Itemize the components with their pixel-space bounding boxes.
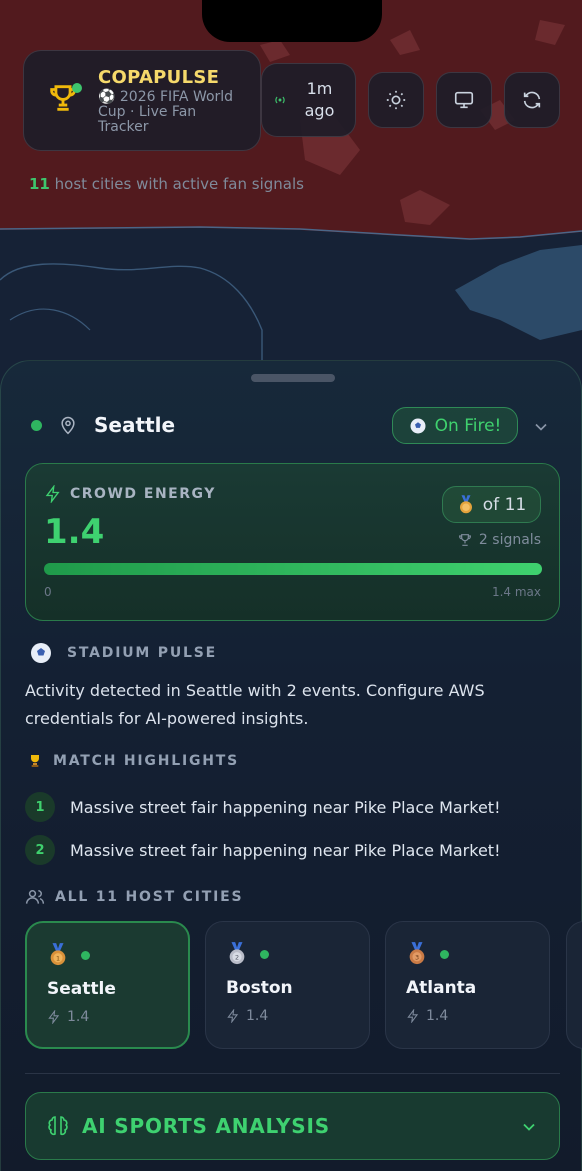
active-cities-count: 11 (29, 175, 50, 193)
signals-count: 2 signals (457, 532, 541, 548)
active-cities-text: host cities with active fan signals (49, 175, 304, 193)
city-card-energy-value: 1.4 (426, 1008, 449, 1024)
divider (25, 1073, 560, 1074)
display-mode-button[interactable] (436, 72, 492, 128)
trophy-logo (46, 81, 86, 121)
match-highlights-heading: MATCH HIGHLIGHTS (27, 753, 239, 769)
stadium-pulse-heading: STADIUM PULSE (29, 641, 217, 665)
map-pin-icon (61, 416, 75, 435)
sheet-drag-handle[interactable] (251, 374, 335, 382)
medal-rank: 1 (56, 955, 60, 963)
energy-progress-bar (44, 563, 542, 575)
chevron-down-icon (523, 1123, 535, 1131)
status-badge: On Fire! (392, 407, 518, 444)
sun-icon (386, 90, 406, 110)
ai-analysis-title: AI SPORTS ANALYSIS (82, 1114, 330, 1138)
ai-analysis-accordion[interactable]: AI SPORTS ANALYSIS (25, 1092, 560, 1160)
lightning-icon (48, 1010, 60, 1024)
live-dot (72, 82, 82, 93)
lightning-icon (45, 485, 60, 503)
city-card-next[interactable] (566, 921, 582, 1049)
stadium-pulse-text: Activity detected in Seattle with 2 even… (25, 681, 485, 728)
broadcast-icon (274, 96, 285, 104)
city-card-seattle[interactable]: 1 Seattle 1.4 (25, 921, 190, 1049)
medal-rank: 2 (235, 954, 239, 962)
city-card-energy-value: 1.4 (67, 1009, 90, 1025)
brand-name: COPAPULSE (98, 66, 220, 88)
city-card-name: Seattle (47, 979, 116, 999)
status-dot (31, 419, 42, 431)
trophy-outline-icon (458, 534, 471, 546)
medal-row: 3 (406, 942, 449, 966)
soccer-ball-icon (410, 418, 426, 433)
signals-text: 2 signals (478, 532, 541, 548)
highlight-text: Massive street fair happening near Pike … (70, 797, 501, 817)
status-badge-text: On Fire! (434, 415, 502, 436)
match-highlights-label: MATCH HIGHLIGHTS (53, 753, 239, 769)
active-dot (260, 949, 269, 959)
energy-progress-fill (44, 563, 542, 575)
crowd-energy-card: CROWD ENERGY 1.4 of 11 2 signals 0 1.4 m… (25, 463, 560, 621)
city-card-energy-value: 1.4 (246, 1008, 269, 1024)
refresh-icon (523, 91, 541, 109)
rank-text: of 11 (482, 494, 527, 515)
highlight-text: Massive street fair happening near Pike … (70, 840, 501, 860)
medal-row: 1 (47, 943, 90, 967)
lightning-icon (407, 1009, 419, 1023)
medal-row: 2 (226, 942, 269, 966)
last-update-card: 1m ago (261, 63, 356, 137)
location-row: Seattle (31, 413, 175, 437)
refresh-button[interactable] (504, 72, 560, 128)
crowd-energy-label: CROWD ENERGY (44, 485, 216, 503)
theme-toggle-button[interactable] (368, 72, 424, 128)
last-update-text: 1m ago (304, 79, 335, 120)
trophy-icon (31, 755, 39, 767)
active-dot (81, 950, 90, 960)
host-cities-heading: ALL 11 HOST CITIES (25, 887, 243, 907)
users-icon (25, 890, 45, 904)
energy-bar-max: 1.4 max (491, 585, 541, 599)
soccer-ball-icon (31, 643, 51, 663)
crowd-energy-label-text: CROWD ENERGY (70, 486, 216, 502)
medal-icon: 1 (50, 943, 66, 966)
brand-subtitle: ⚽ 2026 FIFA World Cup · Live Fan Tracker (98, 88, 234, 135)
highlight-number: 2 (25, 835, 55, 865)
device-notch (202, 0, 382, 42)
city-card-name: Boston (226, 978, 293, 998)
city-card-energy: 1.4 (406, 1008, 448, 1024)
highlight-number: 1 (25, 792, 55, 822)
energy-bar-min: 0 (44, 585, 52, 599)
crowd-energy-value: 1.4 (44, 512, 105, 552)
city-card-boston[interactable]: 2 Boston 1.4 (205, 921, 370, 1049)
city-card-name: Atlanta (406, 978, 477, 998)
highlight-item: 2 Massive street fair happening near Pik… (25, 835, 500, 865)
monitor-icon (454, 91, 474, 109)
highlight-item: 1 Massive street fair happening near Pik… (25, 792, 500, 822)
host-cities-label: ALL 11 HOST CITIES (55, 889, 244, 905)
city-card-energy: 1.4 (226, 1008, 268, 1024)
medal-icon: 2 (229, 942, 245, 965)
medal-rank: 3 (415, 954, 419, 962)
selected-city-name: Seattle (94, 413, 176, 437)
brand-card: COPAPULSE ⚽ 2026 FIFA World Cup · Live F… (23, 50, 261, 151)
active-dot (440, 949, 449, 959)
lightning-icon (227, 1009, 239, 1023)
brain-icon (48, 1116, 68, 1136)
city-detail-sheet: Seattle On Fire! CROWD ENERGY 1.4 of 11 (0, 360, 582, 1171)
rank-pill: of 11 (442, 486, 541, 523)
active-cities-summary: 11 host cities with active fan signals (29, 175, 304, 193)
city-card-energy: 1.4 (47, 1009, 89, 1025)
chevron-down-icon[interactable] (531, 417, 551, 437)
medal-icon: 3 (409, 942, 425, 965)
city-card-atlanta[interactable]: 3 Atlanta 1.4 (385, 921, 550, 1049)
medal-icon (459, 494, 472, 513)
stadium-pulse-label: STADIUM PULSE (67, 645, 217, 661)
